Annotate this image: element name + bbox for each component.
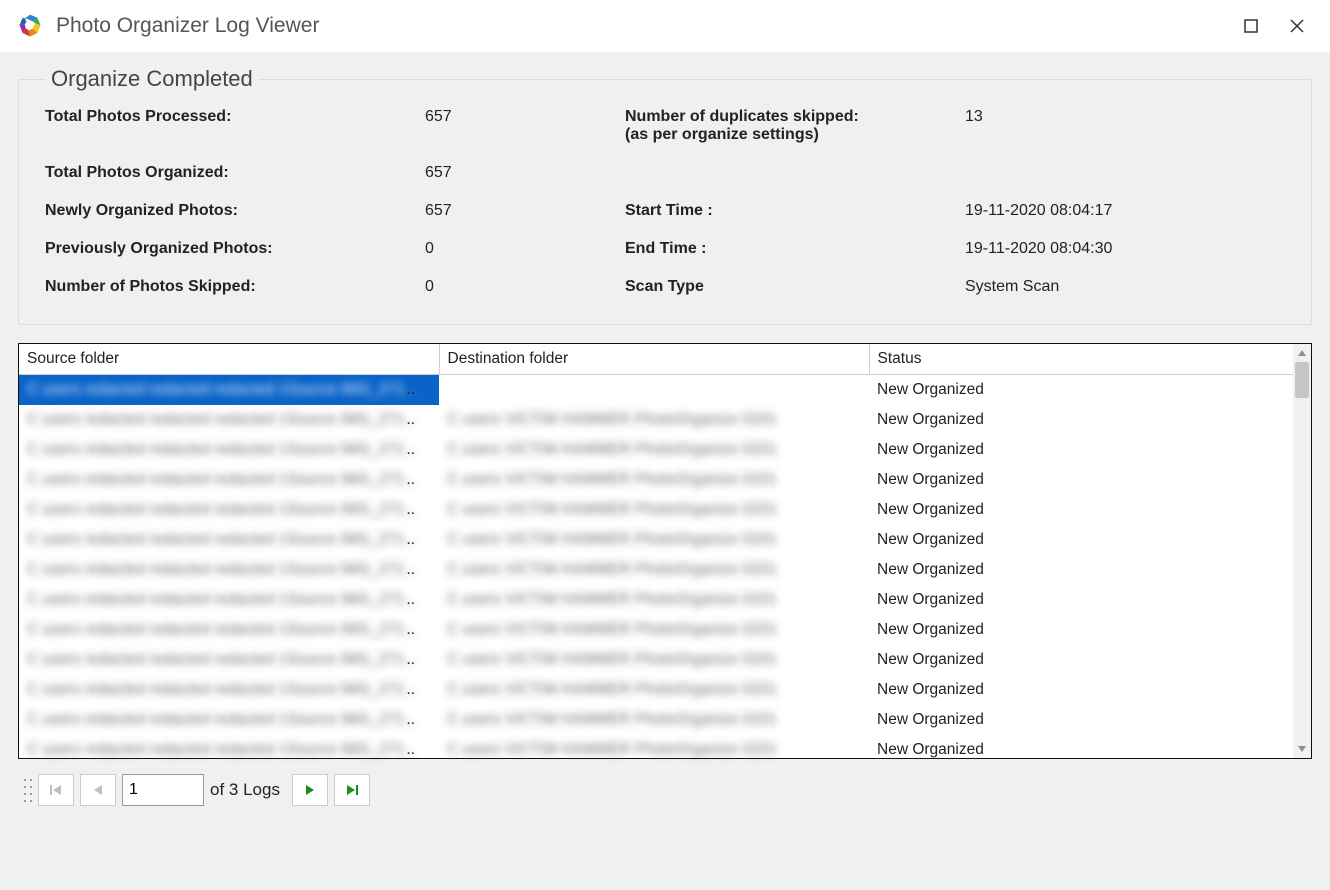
close-button[interactable] — [1274, 6, 1320, 46]
table-row[interactable]: C users redacted redacted redacted 1Sour… — [19, 375, 1293, 405]
table-row[interactable]: C users redacted redacted redacted 1Sour… — [19, 585, 1293, 615]
cell-destination-folder: C users VICTIM HAMMER PhotoOrganize 0201 — [439, 705, 869, 735]
summary-groupbox: Organize Completed Total Photos Processe… — [18, 66, 1312, 325]
table-row[interactable]: C users redacted redacted redacted 1Sour… — [19, 735, 1293, 765]
cell-source-folder: C users redacted redacted redacted 1Sour… — [19, 465, 439, 495]
table-row[interactable]: C users redacted redacted redacted 1Sour… — [19, 645, 1293, 675]
label-total-processed: Total Photos Processed: — [45, 108, 425, 126]
value-total-organized: 657 — [425, 164, 625, 182]
cell-source-folder: C users redacted redacted redacted 1Sour… — [19, 495, 439, 525]
table-header-row: Source folder Destination folder Status — [19, 344, 1293, 375]
last-page-button[interactable] — [334, 774, 370, 806]
cell-source-folder: C users redacted redacted redacted 1Sour… — [19, 585, 439, 615]
log-table: Source folder Destination folder Status … — [18, 343, 1312, 759]
value-duplicates-skipped: 13 — [965, 108, 1285, 126]
cell-source-folder: C users redacted redacted redacted 1Sour… — [19, 615, 439, 645]
cell-destination-folder: C users VICTIM HAMMER PhotoOrganize 0201 — [439, 645, 869, 675]
cell-status: New Organized — [869, 615, 1293, 645]
cell-destination-folder: C users VICTIM HAMMER PhotoOrganize 0201 — [439, 555, 869, 585]
window-title: Photo Organizer Log Viewer — [56, 14, 319, 38]
cell-source-folder: C users redacted redacted redacted 1Sour… — [19, 675, 439, 705]
table-row[interactable]: C users redacted redacted redacted 1Sour… — [19, 525, 1293, 555]
cell-status: New Organized — [869, 705, 1293, 735]
cell-destination-folder: C users VICTIM HAMMER PhotoOrganize 0201 — [439, 495, 869, 525]
current-page-input[interactable] — [122, 774, 204, 806]
of-logs-label: of 3 Logs — [210, 780, 280, 800]
value-end-time: 19-11-2020 08:04:30 — [965, 240, 1285, 258]
table-row[interactable]: C users redacted redacted redacted 1Sour… — [19, 465, 1293, 495]
cell-status: New Organized — [869, 675, 1293, 705]
cell-destination-folder: C users VICTIM HAMMER PhotoOrganize 0201 — [439, 375, 869, 405]
next-page-button[interactable] — [292, 774, 328, 806]
value-previously-organized: 0 — [425, 240, 625, 258]
cell-destination-folder: C users VICTIM HAMMER PhotoOrganize 0201 — [439, 525, 869, 555]
cell-destination-folder: C users VICTIM HAMMER PhotoOrganize 0201 — [439, 675, 869, 705]
label-end-time: End Time : — [625, 240, 965, 258]
vertical-scrollbar[interactable] — [1293, 344, 1311, 758]
label-scan-type: Scan Type — [625, 278, 965, 296]
pager-toolbar: of 3 Logs — [18, 767, 1312, 813]
cell-destination-folder: C users VICTIM HAMMER PhotoOrganize 0201 — [439, 435, 869, 465]
summary-legend: Organize Completed — [45, 66, 259, 92]
cell-destination-folder: C users VICTIM HAMMER PhotoOrganize 0201 — [439, 735, 869, 765]
cell-status: New Organized — [869, 585, 1293, 615]
cell-destination-folder: C users VICTIM HAMMER PhotoOrganize 0201 — [439, 615, 869, 645]
cell-status: New Organized — [869, 495, 1293, 525]
toolbar-grip-icon — [24, 776, 32, 804]
label-total-organized: Total Photos Organized: — [45, 164, 425, 182]
column-header-status[interactable]: Status — [869, 344, 1293, 375]
cell-source-folder: C users redacted redacted redacted 1Sour… — [19, 735, 439, 765]
cell-source-folder: C users redacted redacted redacted 1Sour… — [19, 555, 439, 585]
column-header-source[interactable]: Source folder — [19, 344, 439, 375]
scroll-up-arrow-icon[interactable] — [1293, 344, 1311, 362]
cell-destination-folder: C users VICTIM HAMMER PhotoOrganize 0201 — [439, 465, 869, 495]
column-header-destination[interactable]: Destination folder — [439, 344, 869, 375]
value-total-processed: 657 — [425, 108, 625, 126]
first-page-button[interactable] — [38, 774, 74, 806]
cell-source-folder: C users redacted redacted redacted 1Sour… — [19, 375, 439, 405]
value-start-time: 19-11-2020 08:04:17 — [965, 202, 1285, 220]
cell-status: New Organized — [869, 735, 1293, 765]
value-scan-type: System Scan — [965, 278, 1285, 296]
cell-status: New Organized — [869, 555, 1293, 585]
cell-status: New Organized — [869, 525, 1293, 555]
cell-source-folder: C users redacted redacted redacted 1Sour… — [19, 435, 439, 465]
cell-source-folder: C users redacted redacted redacted 1Sour… — [19, 405, 439, 435]
table-row[interactable]: C users redacted redacted redacted 1Sour… — [19, 435, 1293, 465]
cell-destination-folder: C users VICTIM HAMMER PhotoOrganize 0201 — [439, 585, 869, 615]
label-start-time: Start Time : — [625, 202, 965, 220]
table-row[interactable]: C users redacted redacted redacted 1Sour… — [19, 705, 1293, 735]
scroll-down-arrow-icon[interactable] — [1293, 740, 1311, 758]
label-duplicates-skipped: Number of duplicates skipped: (as per or… — [625, 108, 965, 144]
table-row[interactable]: C users redacted redacted redacted 1Sour… — [19, 615, 1293, 645]
cell-source-folder: C users redacted redacted redacted 1Sour… — [19, 705, 439, 735]
app-logo-icon — [16, 12, 44, 40]
label-photos-skipped: Number of Photos Skipped: — [45, 278, 425, 296]
cell-status: New Organized — [869, 465, 1293, 495]
cell-destination-folder: C users VICTIM HAMMER PhotoOrganize 0201 — [439, 405, 869, 435]
cell-status: New Organized — [869, 435, 1293, 465]
previous-page-button[interactable] — [80, 774, 116, 806]
maximize-button[interactable] — [1228, 6, 1274, 46]
value-photos-skipped: 0 — [425, 278, 625, 296]
value-newly-organized: 657 — [425, 202, 625, 220]
table-row[interactable]: C users redacted redacted redacted 1Sour… — [19, 675, 1293, 705]
cell-source-folder: C users redacted redacted redacted 1Sour… — [19, 525, 439, 555]
cell-status: New Organized — [869, 405, 1293, 435]
cell-status: New Organized — [869, 645, 1293, 675]
title-bar: Photo Organizer Log Viewer — [0, 0, 1330, 52]
label-newly-organized: Newly Organized Photos: — [45, 202, 425, 220]
table-row[interactable]: C users redacted redacted redacted 1Sour… — [19, 555, 1293, 585]
table-row[interactable]: C users redacted redacted redacted 1Sour… — [19, 405, 1293, 435]
cell-status: New Organized — [869, 375, 1293, 405]
cell-source-folder: C users redacted redacted redacted 1Sour… — [19, 645, 439, 675]
table-row[interactable]: C users redacted redacted redacted 1Sour… — [19, 495, 1293, 525]
scrollbar-thumb[interactable] — [1295, 362, 1309, 398]
label-previously-organized: Previously Organized Photos: — [45, 240, 425, 258]
